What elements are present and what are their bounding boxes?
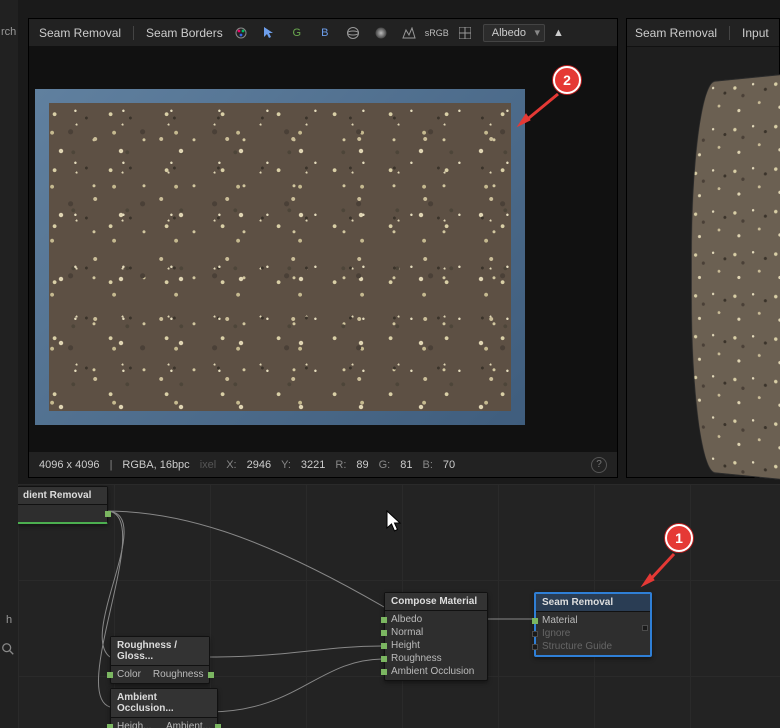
- annotation-arrow-2: [516, 92, 560, 128]
- status-format: RGBA, 16bpc: [122, 459, 189, 471]
- port-roughness[interactable]: Roughness: [147, 668, 210, 681]
- node-gradient-removal[interactable]: dient Removal: [18, 486, 108, 524]
- port-normal[interactable]: Normal: [385, 626, 487, 639]
- port-material[interactable]: Material: [536, 614, 650, 627]
- status-x-value: 2946: [247, 459, 271, 471]
- status-x-label: X:: [226, 459, 236, 471]
- annotation-arrow-1: [638, 550, 678, 590]
- status-r-label: R:: [335, 459, 346, 471]
- port-structure-guide[interactable]: Structure Guide: [536, 640, 650, 653]
- pointer-icon[interactable]: [259, 23, 279, 43]
- grid-icon[interactable]: [455, 23, 475, 43]
- status-y-value: 3221: [301, 459, 325, 471]
- status-pixel-fragment: ixel: [200, 459, 217, 471]
- 3d-viewer-title: Seam Removal: [635, 26, 717, 40]
- sphere-shaded-icon[interactable]: [371, 23, 391, 43]
- divider: [133, 26, 134, 40]
- left-sidebar-fragment: rch h: [0, 0, 18, 728]
- node-ambient-occlusion[interactable]: Ambient Occlusion... Heigh... Ambient...: [110, 688, 218, 728]
- channel-b-button[interactable]: B: [315, 23, 335, 43]
- node-compose-material[interactable]: Compose Material Albedo Normal Height Ro…: [384, 592, 488, 681]
- sidebar-text-fragment: rch: [1, 26, 16, 38]
- status-b-label: B:: [423, 459, 433, 471]
- port-ao[interactable]: Ambient Occlusion: [385, 665, 487, 678]
- port-color[interactable]: Color: [111, 668, 147, 681]
- status-g-value: 81: [400, 459, 412, 471]
- port-height[interactable]: Height: [385, 639, 487, 652]
- port-roughness[interactable]: Roughness: [385, 652, 487, 665]
- port-albedo[interactable]: Albedo: [385, 613, 487, 626]
- node-port-out[interactable]: [18, 507, 107, 520]
- node-header: Seam Removal: [536, 594, 650, 612]
- node-roughness-gloss[interactable]: Roughness / Gloss... Color Roughness: [110, 636, 210, 684]
- channel-dropdown-value: Albedo: [492, 27, 526, 39]
- 3d-viewer-panel: Seam Removal Input: [626, 18, 780, 478]
- texture-seam-border: [35, 89, 525, 425]
- 2d-viewer-panel: Seam Removal Seam Borders G B sRGB Albed…: [28, 18, 618, 478]
- 3d-viewer-toolbar: Seam Removal Input: [627, 19, 779, 47]
- sidebar-text-fragment-2: h: [6, 614, 12, 626]
- search-icon[interactable]: [1, 642, 17, 658]
- 2d-viewer-toolbar: Seam Removal Seam Borders G B sRGB Albed…: [29, 19, 617, 47]
- node-seam-removal[interactable]: Seam Removal Material Ignore Structure G…: [534, 592, 652, 657]
- status-y-label: Y:: [281, 459, 291, 471]
- color-wheel-icon[interactable]: [231, 23, 251, 43]
- port-ignore[interactable]: Ignore: [536, 627, 650, 640]
- sphere-icon[interactable]: [343, 23, 363, 43]
- status-g-label: G:: [379, 459, 391, 471]
- port-out[interactable]: [636, 624, 654, 632]
- port-ambient[interactable]: Ambient...: [160, 720, 217, 728]
- srgb-label[interactable]: sRGB: [427, 23, 447, 43]
- node-header: Compose Material: [385, 593, 487, 611]
- help-icon[interactable]: ?: [591, 457, 607, 473]
- node-header: dient Removal: [18, 487, 107, 505]
- channel-dropdown[interactable]: Albedo: [483, 24, 545, 42]
- 3d-input-label[interactable]: Input: [742, 26, 769, 40]
- seam-borders-label[interactable]: Seam Borders: [146, 26, 223, 40]
- status-r-value: 89: [356, 459, 368, 471]
- status-resolution: 4096 x 4096: [39, 459, 100, 471]
- node-header: Ambient Occlusion...: [111, 689, 217, 718]
- collapse-toolbar-button[interactable]: ▲: [553, 27, 564, 39]
- status-b-value: 70: [443, 459, 455, 471]
- annotation-badge-2: 2: [553, 66, 581, 94]
- channel-g-button[interactable]: G: [287, 23, 307, 43]
- port-height[interactable]: Heigh...: [111, 720, 160, 728]
- node-header: Roughness / Gloss...: [111, 637, 209, 666]
- node-graph[interactable]: dient Removal Roughness / Gloss... Color…: [18, 484, 780, 728]
- histogram-icon[interactable]: [399, 23, 419, 43]
- viewer-title: Seam Removal: [39, 26, 121, 40]
- viewer-statusbar: 4096 x 4096 | RGBA, 16bpc ixel X: 2946 Y…: [29, 451, 617, 477]
- texture-preview: [49, 103, 511, 411]
- annotation-badge-1: 1: [665, 524, 693, 552]
- divider: [729, 26, 730, 40]
- 3d-mesh-preview[interactable]: [691, 71, 780, 484]
